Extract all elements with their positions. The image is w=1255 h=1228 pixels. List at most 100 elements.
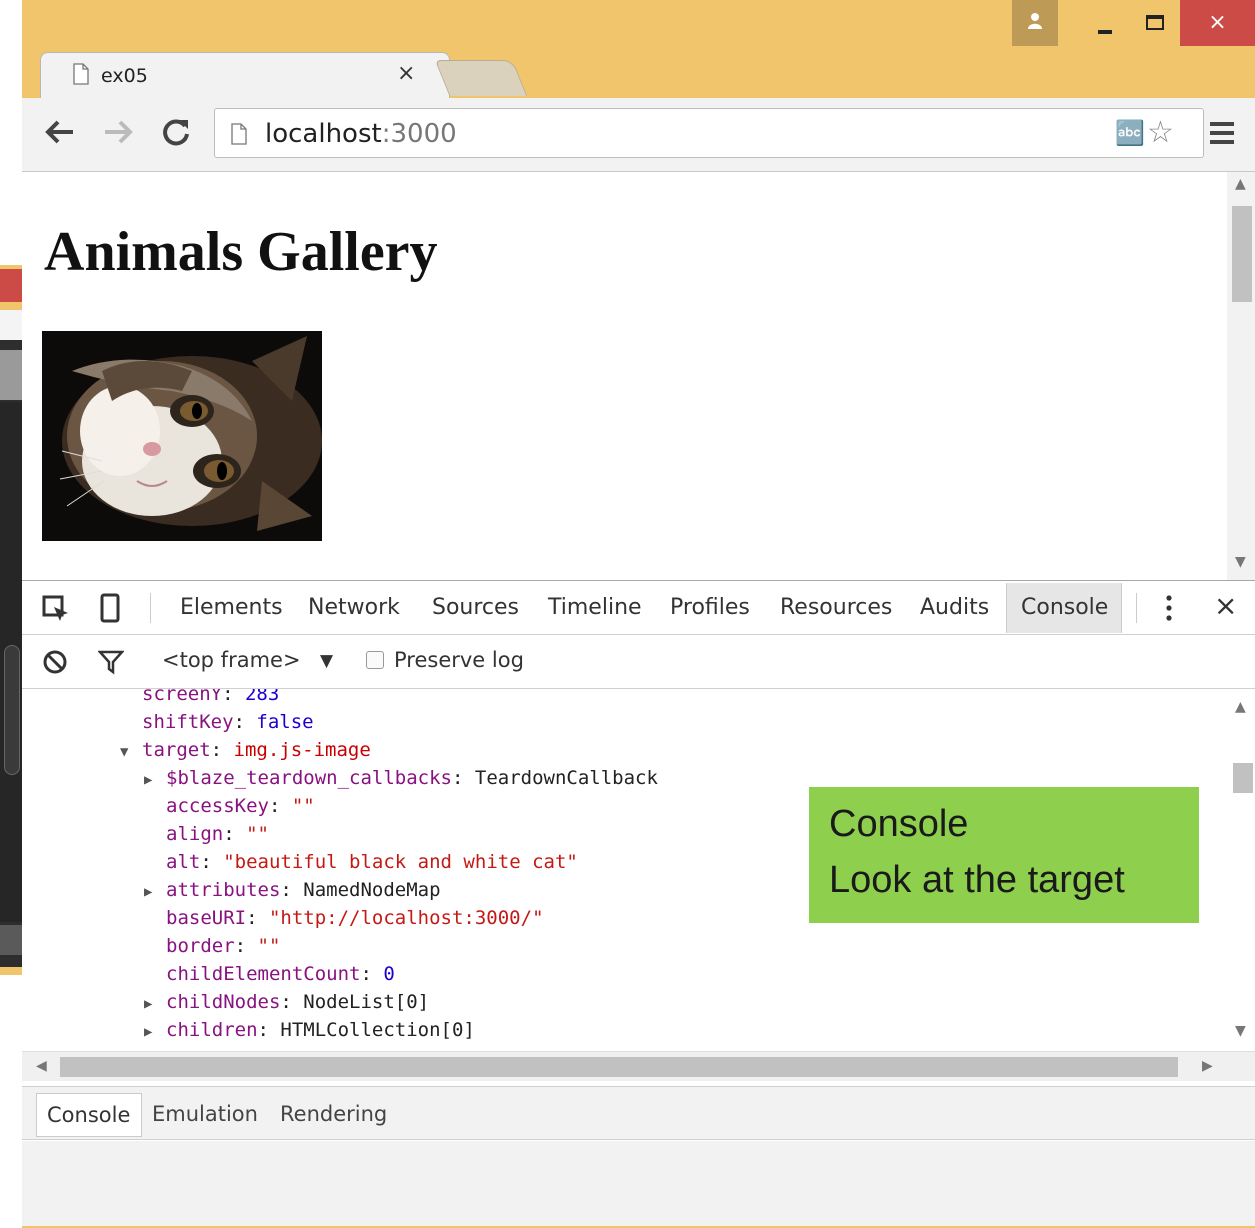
scroll-left-icon[interactable]: ◀ xyxy=(36,1058,47,1074)
collapsed-triangle-icon[interactable]: ▶ xyxy=(144,884,166,900)
drawer-tab-rendering[interactable]: Rendering xyxy=(280,1102,387,1126)
property-colon: : xyxy=(200,851,224,873)
scroll-down-icon[interactable]: ▼ xyxy=(1235,554,1246,570)
user-profile-button[interactable] xyxy=(1012,0,1058,46)
property-colon: : xyxy=(222,689,245,705)
drawer-tab-emulation[interactable]: Emulation xyxy=(152,1102,258,1126)
tab-console[interactable]: Console xyxy=(1006,583,1122,633)
tab-audits[interactable]: Audits xyxy=(920,595,989,620)
page-viewport: Animals Gallery ▲ ▼ xyxy=(22,172,1255,580)
console-property-row[interactable]: ▶ $blaze_teardown_callbacks: TeardownCall… xyxy=(144,767,658,789)
console-property-row: shiftKey: false xyxy=(120,711,314,733)
console-property-row: childElementCount: 0 xyxy=(144,963,395,985)
property-colon: : xyxy=(280,879,304,901)
more-options-icon[interactable] xyxy=(1164,593,1174,623)
property-key: shiftKey xyxy=(142,711,234,733)
collapsed-triangle-icon[interactable]: ▶ xyxy=(144,772,166,788)
inspect-element-icon[interactable] xyxy=(42,595,70,623)
console-property-row[interactable]: ▶ children: HTMLCollection[0] xyxy=(144,1019,475,1041)
close-icon: × xyxy=(1208,10,1227,35)
property-value: NodeList[0] xyxy=(303,991,430,1013)
forward-button[interactable] xyxy=(98,112,138,152)
tab-elements[interactable]: Elements xyxy=(180,595,283,620)
maximize-button[interactable] xyxy=(1132,0,1178,46)
background-window-scrollbar[interactable] xyxy=(4,645,20,775)
scroll-right-icon[interactable]: ▶ xyxy=(1202,1058,1213,1074)
expanded-triangle-icon[interactable]: ▼ xyxy=(120,744,142,760)
console-property-row[interactable]: ▶ childNodes: NodeList[0] xyxy=(144,991,429,1013)
property-colon: : xyxy=(268,795,292,817)
property-key: children xyxy=(166,1019,258,1041)
property-value: "http://localhost:3000/" xyxy=(268,907,544,929)
address-bar[interactable]: localhost:3000 🔤 ☆ xyxy=(214,108,1204,158)
reload-button[interactable] xyxy=(156,112,196,152)
console-property-row: border: "" xyxy=(144,935,280,957)
devtools-drawer-tabs: Console Emulation Rendering xyxy=(22,1086,1255,1140)
tab-ex05[interactable]: ex05 × xyxy=(40,52,450,98)
collapsed-triangle-icon[interactable]: ▶ xyxy=(144,996,166,1012)
browser-toolbar: localhost:3000 🔤 ☆ xyxy=(22,98,1255,172)
drawer-tab-console[interactable]: Console xyxy=(36,1093,142,1137)
bookmark-star-icon[interactable]: ☆ xyxy=(1147,115,1174,150)
console-property-row[interactable]: ▶ attributes: NamedNodeMap xyxy=(144,879,441,901)
console-property-row[interactable]: ▼ target: img.js-image xyxy=(120,739,371,761)
horizontal-scrollbar-thumb[interactable] xyxy=(60,1057,1178,1077)
page-scrollbar-thumb[interactable] xyxy=(1232,206,1252,302)
minimize-button[interactable] xyxy=(1082,0,1128,46)
window-close-button[interactable]: × xyxy=(1180,0,1255,46)
property-value: "" xyxy=(257,935,281,957)
device-mode-icon[interactable] xyxy=(100,593,120,623)
back-button[interactable] xyxy=(40,112,80,152)
frame-select[interactable]: <top frame> xyxy=(162,648,301,672)
devtools-close-icon[interactable]: × xyxy=(1214,589,1237,622)
drawer-body xyxy=(22,1141,1255,1226)
tab-resources[interactable]: Resources xyxy=(780,595,892,620)
drawer-tab-console-label: Console xyxy=(47,1103,131,1127)
collapsed-triangle-icon[interactable]: ▶ xyxy=(144,1024,166,1040)
property-value: "beautiful black and white cat" xyxy=(223,851,578,873)
tab-sources[interactable]: Sources xyxy=(432,595,519,620)
url-text: localhost:3000 xyxy=(265,119,457,149)
browser-window: ex05 × × localhost:3000 🔤 ☆ Animals Gall… xyxy=(22,0,1255,1228)
property-colon: : xyxy=(257,1019,281,1041)
property-key: accessKey xyxy=(166,795,269,817)
console-horizontal-scrollbar[interactable]: ◀ ▶ xyxy=(22,1051,1255,1081)
scroll-down-icon[interactable]: ▼ xyxy=(1235,1023,1246,1039)
property-value: HTMLCollection[0] xyxy=(280,1019,475,1041)
tab-close-icon[interactable]: × xyxy=(397,61,415,86)
clear-console-icon[interactable] xyxy=(42,649,68,675)
toolbar-divider xyxy=(1136,593,1137,623)
maximize-icon xyxy=(1146,15,1164,30)
console-scrollbar-thumb[interactable] xyxy=(1233,763,1253,793)
tab-network[interactable]: Network xyxy=(308,595,400,620)
preserve-log-label: Preserve log xyxy=(394,648,524,672)
property-value: 0 xyxy=(383,963,395,985)
scroll-up-icon[interactable]: ▲ xyxy=(1235,176,1246,192)
property-colon: : xyxy=(223,823,247,845)
back-arrow-icon xyxy=(45,120,73,144)
property-key: screenY xyxy=(142,689,223,705)
console-property-row: align: "" xyxy=(144,823,269,845)
console-property-row: screenY: 283 xyxy=(120,689,279,705)
property-key: attributes xyxy=(166,879,281,901)
page-scrollbar[interactable]: ▲ ▼ xyxy=(1227,172,1255,580)
console-scrollbar[interactable]: ▲ ▼ xyxy=(1227,689,1255,1051)
preserve-log-checkbox[interactable] xyxy=(366,651,384,669)
chrome-menu-button[interactable] xyxy=(1208,120,1238,148)
property-key: childElementCount xyxy=(166,963,361,985)
annotation-line-2: Look at the target xyxy=(829,859,1125,901)
annotation-line-1: Console xyxy=(829,803,969,845)
cat-image[interactable] xyxy=(42,331,322,541)
toolbar-divider xyxy=(150,593,151,623)
console-filter-bar: <top frame> ▼ Preserve log xyxy=(22,635,1255,689)
frame-dropdown-icon[interactable]: ▼ xyxy=(320,651,333,671)
new-tab-button[interactable] xyxy=(434,60,528,96)
tab-profiles[interactable]: Profiles xyxy=(670,595,750,620)
translate-icon[interactable]: 🔤 xyxy=(1115,119,1145,147)
filter-icon[interactable] xyxy=(98,649,124,675)
property-value: NamedNodeMap xyxy=(303,879,441,901)
property-value: TeardownCallback xyxy=(474,767,658,789)
scroll-up-icon[interactable]: ▲ xyxy=(1235,699,1246,715)
tab-timeline[interactable]: Timeline xyxy=(548,595,642,620)
property-colon: : xyxy=(451,767,475,789)
